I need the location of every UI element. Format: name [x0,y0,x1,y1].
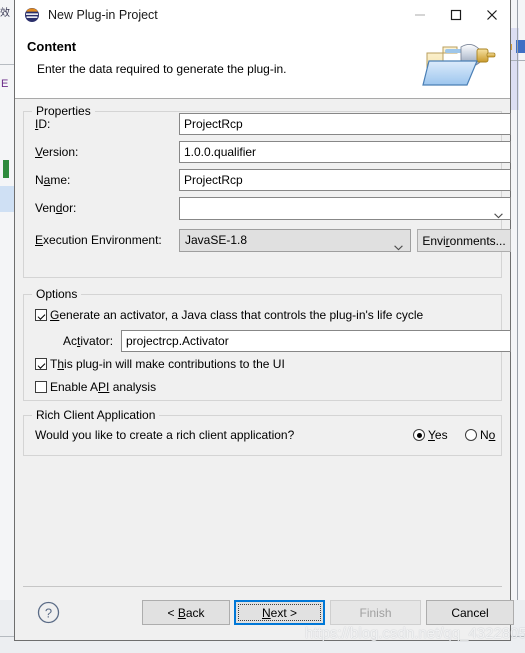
background-vertical-divider [517,0,518,653]
dialog-body: Properties ID: Version: Name: Vendor: Ex… [15,99,511,586]
finish-button-label: Finish [359,605,392,620]
radio-unselected-icon [465,429,477,441]
background-left-strip [0,0,14,653]
ui-contributions-checkbox[interactable]: This plug-in will make contributions to … [35,357,285,371]
background-left-letter: E [1,78,9,90]
checkbox-icon [35,381,47,393]
new-plugin-project-dialog: New Plug-in Project Content Enter the da… [14,0,514,641]
id-label: ID: [35,117,51,131]
page-title: Content [27,39,77,54]
version-label: Version: [35,145,79,159]
plugin-folder-icon [421,33,501,93]
svg-text:?: ? [45,605,52,620]
generate-activator-checkbox[interactable]: Generate an activator, a Java class that… [35,308,423,322]
back-button[interactable]: < Back [142,600,230,625]
ui-contributions-label: This plug-in will make contributions to … [50,357,285,371]
dialog-header: Content Enter the data required to gener… [15,30,510,99]
activator-input[interactable] [121,330,511,352]
checkbox-icon [35,309,47,321]
chevron-down-icon [394,237,403,258]
options-group-title: Options [32,287,82,301]
vendor-label: Vendor: [35,201,77,215]
maximize-button[interactable] [438,0,474,30]
background-left-text: 效 [0,8,10,19]
background-divider-left [0,64,14,65]
help-button[interactable]: ? [37,601,60,624]
properties-group-title: Properties [32,104,95,118]
rich-client-question: Would you like to create a rich client a… [35,428,295,442]
background-blue-tab [0,186,14,212]
page-description: Enter the data required to generate the … [37,62,287,76]
version-input[interactable] [179,141,511,163]
footer-separator [23,586,502,587]
execution-environment-combo[interactable]: JavaSE-1.8 [179,229,411,252]
rich-client-yes-radio[interactable]: Yes [413,428,448,442]
api-analysis-label: Enable API analysis [50,380,157,394]
activator-label: Activator: [63,334,114,348]
cancel-button-label: Cancel [451,605,489,620]
properties-group: Properties [23,104,502,278]
dialog-title: New Plug-in Project [48,8,158,22]
dialog-titlebar: New Plug-in Project [15,0,510,30]
next-button[interactable]: Next > [234,600,325,625]
rich-client-group-title: Rich Client Application [32,408,160,422]
generate-activator-label: Generate an activator, a Java class that… [50,308,424,322]
checkbox-icon [35,358,47,370]
background-green-marker [3,160,9,178]
id-input[interactable] [179,113,511,135]
finish-button: Finish [330,600,421,625]
api-analysis-checkbox[interactable]: Enable API analysis [35,380,156,394]
back-button-label: < Back [167,605,205,620]
close-button[interactable] [474,0,510,30]
watermark: https://blog.csdn.net/qq_43228058 [305,625,525,642]
execution-environment-label: Execution Environment: [35,233,162,247]
minimize-button[interactable] [402,0,438,30]
eclipse-icon [24,7,40,23]
focus-ring [238,604,321,621]
window-controls [402,0,510,30]
rich-client-no-label: No [480,428,496,442]
chevron-down-icon [494,205,503,226]
name-input[interactable] [179,169,511,191]
radio-selected-icon [413,429,425,441]
environments-button[interactable]: Environments... [417,229,511,252]
name-label: Name: [35,173,71,187]
cancel-button[interactable]: Cancel [426,600,514,625]
vendor-combo[interactable] [179,197,511,220]
rich-client-no-radio[interactable]: No [465,428,495,442]
environments-button-label: Environments... [422,233,506,248]
execution-environment-value: JavaSE-1.8 [185,233,248,247]
rich-client-yes-label: Yes [428,428,448,442]
